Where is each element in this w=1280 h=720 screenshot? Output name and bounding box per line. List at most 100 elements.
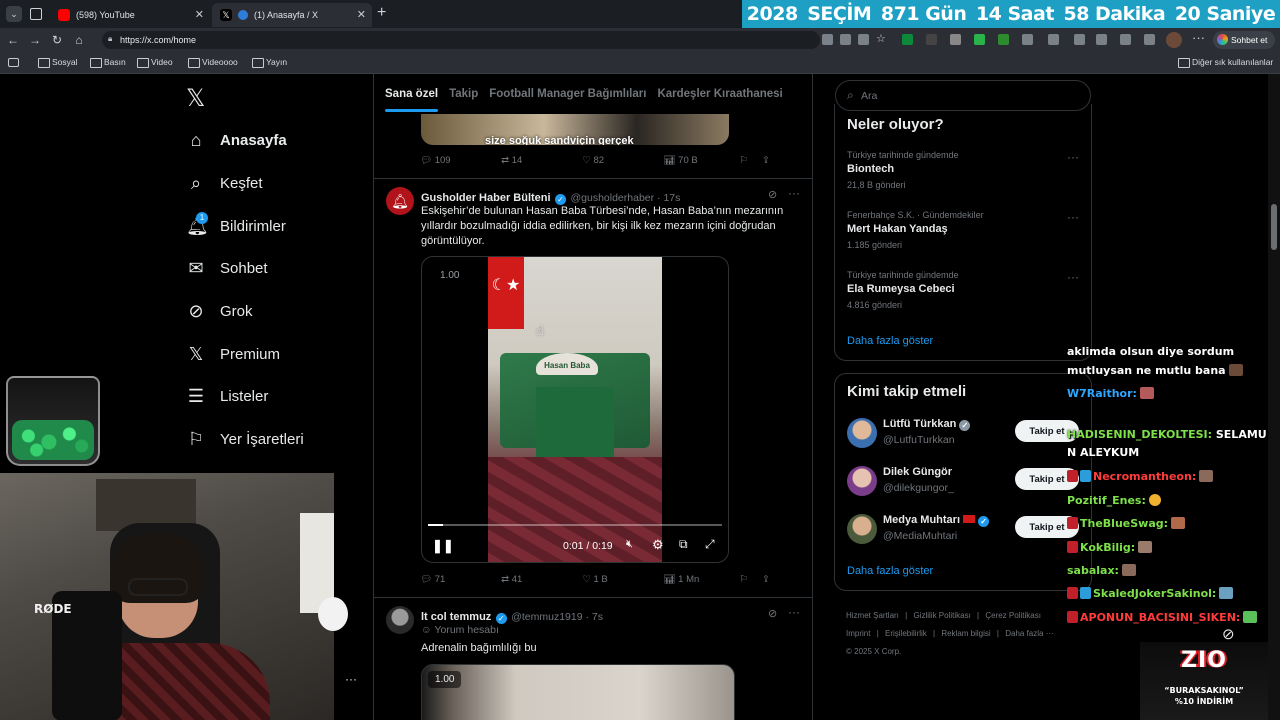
show-more-link[interactable]: Daha fazla göster bbox=[847, 335, 933, 347]
refresh-icon[interactable]: ↻ bbox=[46, 33, 68, 47]
favorite-star-icon[interactable]: ☆ bbox=[876, 32, 887, 45]
footer-link[interactable]: Gizlilik Politikası bbox=[913, 611, 970, 620]
sidebar-item-messages[interactable]: ✉︎ Sohbet bbox=[186, 253, 267, 283]
follow-suggestion[interactable]: Dilek Güngör @dilekgungor_ Takip et bbox=[847, 464, 1087, 500]
bookmark-folder-video[interactable]: Video bbox=[137, 57, 173, 68]
retweet-button[interactable]: ⇄ 14 bbox=[501, 155, 582, 166]
video-progress-track[interactable] bbox=[428, 524, 722, 526]
share-icon[interactable]: ⇪ bbox=[762, 574, 770, 585]
tab-football-manager[interactable]: Football Manager Bağımlıları bbox=[489, 88, 646, 100]
tweet-video-player[interactable]: 1.00 bbox=[421, 664, 735, 720]
sidebar-item-home[interactable]: ⌂ Anasayfa bbox=[186, 125, 287, 155]
back-icon[interactable]: ← bbox=[2, 33, 24, 47]
like-button[interactable]: ♡ 82 bbox=[582, 155, 663, 166]
grok-icon[interactable]: ⊘ bbox=[1222, 625, 1235, 643]
like-button[interactable]: ♡ 1 B bbox=[582, 574, 663, 585]
extension-icon[interactable] bbox=[902, 34, 913, 45]
retweet-button[interactable]: ⇄ 41 bbox=[501, 574, 582, 585]
close-icon[interactable]: ✕ bbox=[357, 8, 366, 21]
footer-link[interactable]: Erişilebilirlik bbox=[885, 629, 927, 638]
favorites-icon[interactable] bbox=[1074, 34, 1085, 45]
browser-essentials-icon[interactable] bbox=[1120, 34, 1131, 45]
trend-item[interactable]: Fenerbahçe S.K. · Gündemdekiler Mert Hak… bbox=[847, 210, 1079, 250]
footer-link[interactable]: Hizmet Şartları bbox=[846, 611, 899, 620]
footer-link[interactable]: Reklam bilgisi bbox=[941, 629, 990, 638]
extension-icon[interactable] bbox=[974, 34, 985, 45]
favorites-bar-icon[interactable] bbox=[1096, 34, 1107, 45]
avatar-partial[interactable] bbox=[318, 597, 348, 631]
more-dots-icon[interactable]: ··· bbox=[345, 672, 357, 686]
footer-link[interactable]: Çerez Politikası bbox=[985, 611, 1041, 620]
playback-speed[interactable]: 1.00 bbox=[428, 671, 462, 688]
playback-speed[interactable]: 1.00 bbox=[440, 270, 459, 281]
popout-icon[interactable]: ⧉ bbox=[679, 537, 688, 552]
mute-icon[interactable]: 🔇︎ bbox=[626, 538, 633, 551]
read-aloud-icon[interactable] bbox=[858, 34, 869, 45]
views-button[interactable]: 📊︎ 70 B bbox=[663, 155, 729, 166]
url-input[interactable]: 🔒︎ https://x.com/home bbox=[102, 31, 820, 49]
other-bookmarks-folder[interactable]: Diğer sık kullanılanlar bbox=[1178, 57, 1273, 68]
sidebar-item-bookmarks[interactable]: ⚐ Yer İşaretleri bbox=[186, 424, 304, 454]
more-menu-icon[interactable]: ··· bbox=[1192, 30, 1205, 45]
tweet[interactable]: 🔔︎ Gusholder Haber Bülteni ✓ @gusholderh… bbox=[374, 179, 812, 597]
avatar[interactable] bbox=[847, 418, 877, 448]
copilot-chat-button[interactable]: Sohbet et bbox=[1213, 31, 1275, 49]
avatar[interactable] bbox=[847, 466, 877, 496]
sidebar-item-lists[interactable]: ☰ Listeler bbox=[186, 381, 268, 411]
prev-tweet-media[interactable]: size soğuk sandviçin gerçek bbox=[421, 114, 729, 145]
collections-icon[interactable] bbox=[1144, 34, 1155, 45]
close-icon[interactable]: ✕ bbox=[195, 8, 204, 21]
tab-actions-button[interactable]: ⌄ bbox=[6, 6, 22, 22]
workspaces-icon[interactable] bbox=[30, 8, 42, 20]
footer-link[interactable]: Daha fazla ··· bbox=[1005, 629, 1053, 638]
grok-icon[interactable]: ⊘ bbox=[768, 607, 777, 620]
profile-avatar[interactable] bbox=[1166, 32, 1182, 48]
more-icon[interactable]: ··· bbox=[1067, 270, 1079, 284]
more-icon[interactable]: ··· bbox=[788, 186, 800, 200]
tab-x[interactable]: 𝕏 (1) Anasayfa / X ✕ bbox=[212, 3, 372, 27]
tab-youtube[interactable]: (598) YouTube ✕ bbox=[50, 3, 210, 27]
follow-suggestion[interactable]: Lütfü Türkkan ✓ @LutfuTurkkan Takip et bbox=[847, 416, 1087, 452]
reading-list-icon[interactable] bbox=[8, 58, 19, 67]
tab-kardesler[interactable]: Kardeşler Kıraathanesi bbox=[657, 88, 782, 100]
sidebar-item-premium[interactable]: 𝕏 Premium bbox=[186, 339, 280, 369]
follow-suggestion[interactable]: Medya Muhtarı ✓ @MediaMuhtari Takip et bbox=[847, 512, 1087, 548]
show-more-link[interactable]: Daha fazla göster bbox=[847, 565, 933, 577]
tab-following[interactable]: Takip bbox=[449, 88, 478, 100]
new-tab-button[interactable]: + bbox=[377, 4, 386, 22]
bookmark-icon[interactable]: ⚐ bbox=[740, 155, 749, 166]
bookmark-folder-basin[interactable]: Basın bbox=[90, 57, 126, 68]
bookmark-folder-sosyal[interactable]: Sosyal bbox=[38, 57, 78, 68]
pause-icon[interactable]: ❚❚ bbox=[432, 538, 454, 554]
more-icon[interactable]: ··· bbox=[788, 605, 800, 619]
zoom-icon[interactable] bbox=[840, 34, 851, 45]
trend-item[interactable]: Türkiye tarihinde gündemde Biontech 21,8… bbox=[847, 150, 1079, 190]
sidebar-item-explore[interactable]: ⌕ Keşfet bbox=[186, 168, 263, 198]
views-button[interactable]: 📊︎ 1 Mn bbox=[663, 574, 729, 585]
extensions-puzzle-icon[interactable] bbox=[1022, 34, 1033, 45]
extension-icon[interactable] bbox=[950, 34, 961, 45]
more-icon[interactable]: ··· bbox=[1067, 210, 1079, 224]
split-screen-icon[interactable] bbox=[1048, 34, 1059, 45]
scrollbar-thumb[interactable] bbox=[1271, 204, 1277, 250]
tab-for-you[interactable]: Sana özel bbox=[385, 88, 439, 112]
x-logo-icon[interactable]: 𝕏 bbox=[186, 84, 205, 112]
bookmark-folder-yayin[interactable]: Yayın bbox=[252, 57, 287, 68]
extension-icon[interactable] bbox=[998, 34, 1009, 45]
sidebar-item-grok[interactable]: ⊘ Grok bbox=[186, 296, 252, 326]
forward-icon[interactable]: → bbox=[24, 33, 46, 47]
page-scrollbar[interactable] bbox=[1268, 74, 1280, 720]
reply-button[interactable]: 💬︎ 71 bbox=[420, 574, 501, 585]
fullscreen-icon[interactable]: ⤢ bbox=[705, 537, 715, 552]
avatar[interactable] bbox=[847, 514, 877, 544]
trend-item[interactable]: Türkiye tarihinde gündemde Ela Rumeysa C… bbox=[847, 270, 1079, 310]
author-name[interactable]: Gusholder Haber Bülteni bbox=[421, 192, 551, 204]
bookmark-folder-videoooo[interactable]: Videoooo bbox=[188, 57, 238, 68]
sidebar-item-notifications[interactable]: 🔔︎ 1 Bildirimler bbox=[186, 211, 286, 241]
reply-button[interactable]: 💬︎ 109 bbox=[420, 155, 501, 166]
author-handle[interactable]: @temmuz1919 · 7s bbox=[511, 611, 603, 623]
avatar[interactable] bbox=[386, 606, 414, 634]
tweet[interactable]: lt col temmuz ✓ @temmuz1919 · 7s ⊘ ··· ☺… bbox=[374, 598, 812, 720]
tweet-video-player[interactable]: 1.00 ☾★ Hasan Baba ☝︎ ❚❚ 0:01 / 0:19 🔇︎ … bbox=[421, 256, 729, 563]
bookmark-icon[interactable]: ⚐ bbox=[740, 574, 749, 585]
